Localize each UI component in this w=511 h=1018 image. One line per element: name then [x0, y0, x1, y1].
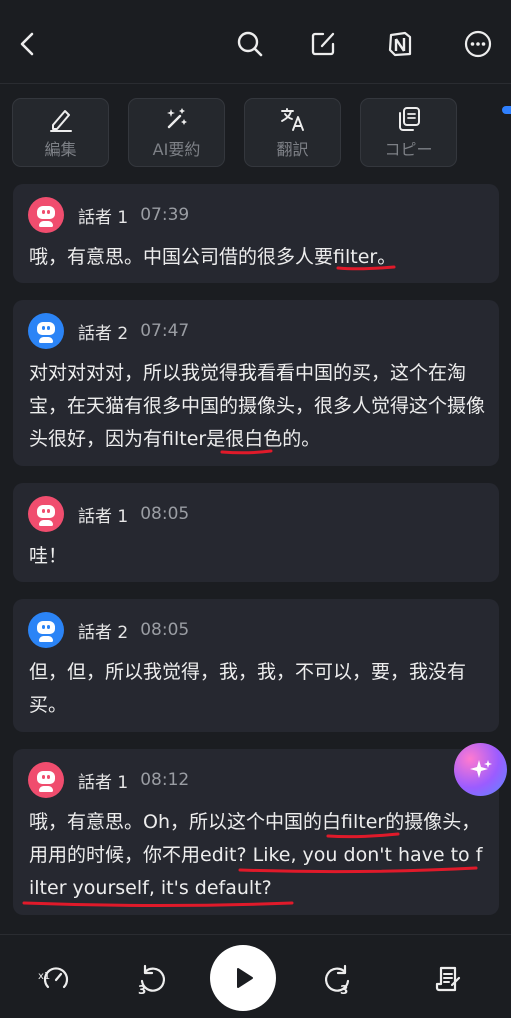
magic-wand-icon — [166, 108, 187, 129]
transcript-entry[interactable]: 話者 2 08:05 但，但，所以我觉得，我，我，不可以，要，我没有买。 — [13, 599, 499, 732]
entry-header: 話者 2 08:05 — [28, 612, 189, 648]
ai-summary-label: AI要約 — [152, 140, 201, 159]
ai-assistant-button[interactable] — [454, 743, 507, 796]
speaker-name: 話者 2 — [78, 622, 129, 643]
speed-label: x1 — [38, 971, 51, 982]
transcript-text[interactable]: 对对对对对，所以我觉得我看看中国的买，这个在淘宝，在天猫有很多中国的摄像头，很多… — [29, 357, 485, 456]
skip-forward-button[interactable]: 3 — [318, 959, 358, 999]
edit-action-button[interactable]: 編集 — [12, 98, 109, 167]
more-button[interactable] — [458, 24, 498, 64]
speaker-name: 話者 1 — [78, 772, 129, 793]
avatar — [28, 313, 64, 349]
translate-label: 翻訳 — [276, 140, 309, 159]
avatar — [28, 496, 64, 532]
more-icon — [464, 30, 492, 58]
copy-label: コピー — [384, 140, 433, 159]
notion-icon — [388, 31, 412, 57]
play-button[interactable] — [210, 945, 276, 1011]
skip-forward-seconds: 3 — [340, 983, 349, 997]
ai-summary-button[interactable]: AI要約 — [128, 98, 225, 167]
notion-button[interactable] — [380, 24, 420, 64]
sparkle-icon — [469, 759, 492, 778]
transcript-text[interactable]: 哦，有意思。Oh，所以这个中国的白filter的摄像头，用用的时候，你不用edi… — [29, 806, 485, 905]
playback-bar: x1 3 3 — [0, 934, 511, 1018]
edit-external-button[interactable] — [303, 24, 343, 64]
translate-icon — [280, 108, 304, 131]
external-edit-icon — [311, 32, 335, 56]
translate-button[interactable]: 翻訳 — [244, 98, 341, 167]
transcript-icon — [435, 966, 461, 992]
transcript-entry[interactable]: 話者 2 07:47 对对对对对，所以我觉得我看看中国的买，这个在淘宝，在天猫有… — [13, 300, 499, 466]
copy-icon — [398, 107, 420, 131]
speaker-name: 話者 1 — [78, 207, 129, 228]
skip-back-button[interactable]: 3 — [132, 959, 172, 999]
avatar — [28, 197, 64, 233]
speed-button[interactable]: x1 — [36, 959, 76, 999]
transcript-text[interactable]: 哇！ — [29, 540, 485, 573]
transcript-text[interactable]: 但，但，所以我觉得，我，我，不可以，要，我没有买。 — [29, 656, 485, 722]
play-icon — [237, 968, 253, 988]
pencil-icon — [49, 110, 72, 132]
back-button[interactable] — [8, 24, 48, 64]
edit-action-label: 編集 — [44, 140, 77, 159]
search-icon — [237, 31, 263, 57]
timestamp[interactable]: 08:05 — [140, 504, 189, 524]
top-bar — [0, 0, 511, 84]
action-bar: 編集 AI要約 翻訳 コピー — [12, 98, 492, 168]
transcript-button[interactable] — [428, 959, 468, 999]
timestamp[interactable]: 08:12 — [140, 770, 189, 790]
transcript-entry[interactable]: 話者 1 07:39 哦，有意思。中国公司借的很多人要filter。 — [13, 184, 499, 283]
transcript-entry[interactable]: 話者 1 08:12 哦，有意思。Oh，所以这个中国的白filter的摄像头，用… — [13, 749, 499, 915]
entry-header: 話者 2 07:47 — [28, 313, 189, 349]
speaker-name: 話者 2 — [78, 323, 129, 344]
copy-button[interactable]: コピー — [360, 98, 457, 167]
entry-header: 話者 1 08:12 — [28, 762, 189, 798]
timestamp[interactable]: 08:05 — [140, 620, 189, 640]
avatar — [28, 762, 64, 798]
entry-header: 話者 1 08:05 — [28, 496, 189, 532]
entry-header: 話者 1 07:39 — [28, 197, 189, 233]
forward-icon — [325, 964, 350, 992]
avatar — [28, 612, 64, 648]
speaker-name: 話者 1 — [78, 506, 129, 527]
transcript-text[interactable]: 哦，有意思。中国公司借的很多人要filter。 — [29, 241, 485, 274]
scroll-indicator[interactable] — [502, 106, 511, 114]
chevron-left-icon — [20, 32, 34, 56]
search-button[interactable] — [230, 24, 270, 64]
skip-back-seconds: 3 — [138, 983, 147, 997]
timestamp[interactable]: 07:39 — [140, 205, 189, 225]
transcript-entry[interactable]: 話者 1 08:05 哇！ — [13, 483, 499, 582]
timestamp[interactable]: 07:47 — [140, 321, 189, 341]
